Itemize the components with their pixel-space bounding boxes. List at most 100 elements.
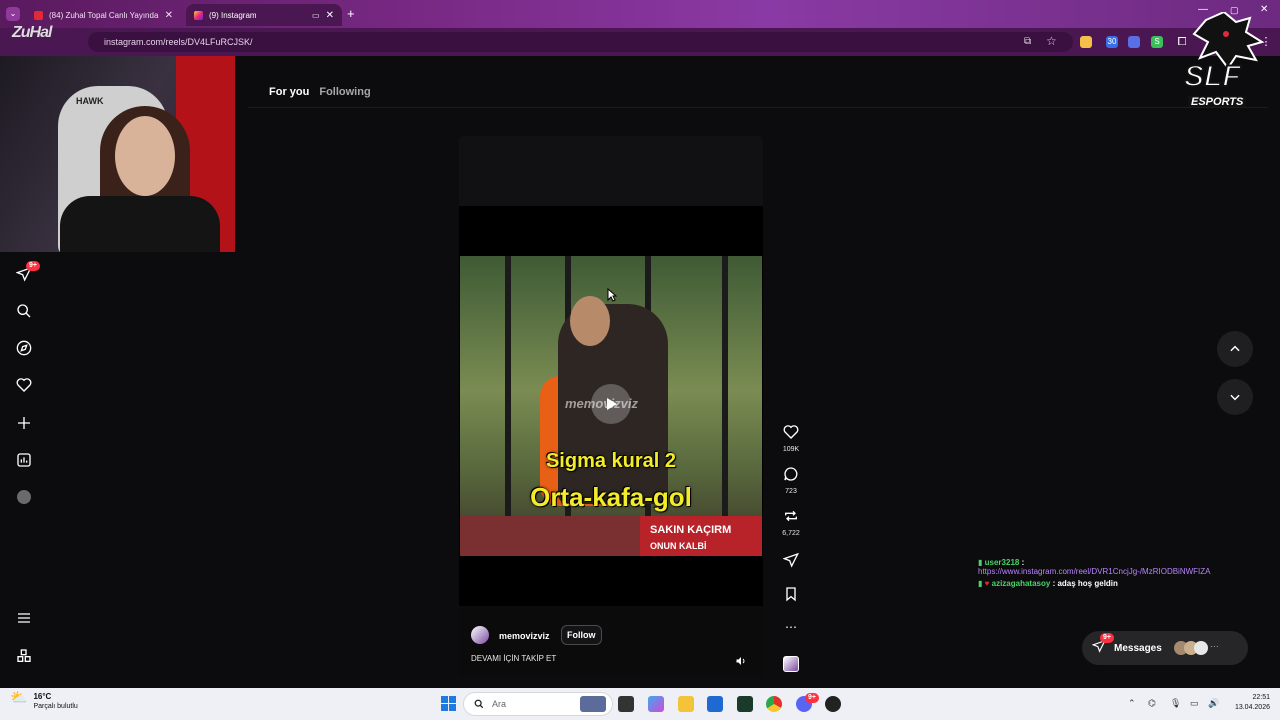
save-bookmark-icon[interactable] <box>779 586 803 607</box>
streamer-logo: ZuHal <box>12 24 52 41</box>
volume-icon[interactable] <box>735 654 747 666</box>
also-from-meta-icon[interactable] <box>12 644 36 668</box>
reel-top-area <box>459 136 763 206</box>
more-menu-icon[interactable] <box>12 606 36 630</box>
file-explorer-dark-icon[interactable] <box>618 696 634 712</box>
reel-info: memovizviz Follow DEVAMI İÇİN TAKİP ET <box>459 606 763 676</box>
comment-button[interactable]: 723 <box>779 466 803 495</box>
streamer-webcam: HAWK <box>0 56 235 252</box>
windows-taskbar: ⛅ 16°C Parçalı bulutlu Ara 9+ ⌃ ⌬ 🎙 ▭ 🔊 … <box>0 688 1280 720</box>
chat-badge-icon: ♥ <box>984 579 990 588</box>
start-windows-icon[interactable] <box>441 696 456 711</box>
tray-overflow-chevron-icon[interactable]: ⌃ <box>1128 698 1136 709</box>
more-icon: ⋯ <box>1209 641 1219 651</box>
stream-chat-overlay: ▮ user3218 : https://www.instagram.com/r… <box>978 558 1268 591</box>
network-icon[interactable]: ⌬ <box>1148 698 1156 709</box>
bookmark-star-icon[interactable]: ☆ <box>1046 34 1057 48</box>
extension-icon[interactable]: S <box>1151 36 1163 48</box>
more-options-icon[interactable]: ⋯ <box>779 620 803 634</box>
reels-feed-tabs: For you Following <box>269 86 371 98</box>
copilot-icon[interactable] <box>648 696 664 712</box>
reel-caption: DEVAMI İÇİN TAKİP ET <box>471 654 557 663</box>
messages-send-icon: 9+ <box>1091 632 1114 658</box>
audio-thumbnail[interactable] <box>779 656 803 672</box>
chat-text: : adaş hoş geldin <box>1052 579 1118 588</box>
header-divider <box>248 107 1268 108</box>
creator-avatar[interactable] <box>471 626 489 644</box>
repost-button[interactable]: 6,722 <box>779 508 803 537</box>
slf-esports-logo: SLF ESPORTS <box>1176 10 1268 116</box>
window-frame <box>505 256 511 516</box>
chat-badge-icon: ▮ <box>978 558 983 567</box>
messages-label: Messages <box>1114 642 1162 654</box>
like-button[interactable]: 109K <box>779 424 803 453</box>
chat-link: https://www.instagram.com/reel/DVR1CncjJ… <box>978 567 1211 576</box>
explore-compass-icon[interactable] <box>12 336 36 360</box>
display-icon[interactable]: ▭ <box>1190 698 1199 709</box>
tab-for-you[interactable]: For you <box>269 86 309 98</box>
share-icon[interactable] <box>779 552 803 573</box>
tab-instagram[interactable]: (9) Instagram ▭ ✕ <box>186 4 342 26</box>
messages-badge: 9+ <box>1100 632 1114 643</box>
next-reel-button[interactable] <box>1217 379 1253 415</box>
notification-badge: 9+ <box>26 261 40 271</box>
clock-time: 22:51 <box>1252 694 1270 701</box>
comment-count: 723 <box>785 488 797 495</box>
search-icon[interactable] <box>12 299 36 323</box>
file-explorer-icon[interactable] <box>678 696 694 712</box>
play-icon[interactable] <box>591 384 631 424</box>
weather-desc: Parçalı bulutlu <box>33 703 78 710</box>
messages-button[interactable]: 9+ Messages ⋯ <box>1082 631 1248 665</box>
creator-username[interactable]: memovizviz <box>499 631 550 641</box>
direct-messages-icon[interactable]: 9+ <box>12 261 40 286</box>
tab-audio-icon[interactable]: ▭ <box>312 11 320 20</box>
close-tab-icon[interactable]: ✕ <box>326 10 334 21</box>
chat-message: ▮ user3218 : https://www.instagram.com/r… <box>978 558 1211 576</box>
create-plus-icon[interactable] <box>12 411 36 435</box>
dashboard-icon[interactable] <box>12 448 36 472</box>
instagram-sidebar: 9+ <box>0 252 48 688</box>
tv-banner-text: SAKIN KAÇIRM <box>650 524 732 536</box>
man-face <box>570 296 610 346</box>
streamer-face <box>115 116 175 196</box>
app-icon[interactable] <box>737 696 753 712</box>
previous-reel-button[interactable] <box>1217 331 1253 367</box>
new-tab-button[interactable]: + <box>347 6 355 21</box>
youtube-favicon-icon <box>34 10 43 20</box>
streamer-body <box>60 196 220 252</box>
slf-logo-text: SLF <box>1183 59 1242 94</box>
extension-icon[interactable] <box>1128 36 1140 48</box>
chair-logo: HAWK <box>76 96 104 106</box>
system-clock[interactable]: 22:51 13.04.2026 <box>1224 693 1270 713</box>
task-view-icon[interactable] <box>580 696 606 712</box>
search-placeholder: Ara <box>492 699 507 709</box>
extension-icon[interactable] <box>1080 36 1092 48</box>
volume-icon[interactable]: 🔊 <box>1208 698 1219 709</box>
tab-following[interactable]: Following <box>319 86 370 98</box>
discord-badge: 9+ <box>805 693 819 703</box>
install-app-icon[interactable]: ⧉ <box>1024 36 1031 47</box>
tab-title: (9) Instagram <box>209 10 257 20</box>
chat-badge-icon: ▮ <box>978 579 983 588</box>
tv-banner-subtext: ONUN KALBİ <box>650 541 707 551</box>
tab-title: (84) Zuhal Topal Canlı Yayında <box>49 10 159 20</box>
browser-tab-bar: ⌄ (84) Zuhal Topal Canlı Yayında ✕ (9) I… <box>0 0 1280 28</box>
tab-youtube[interactable]: (84) Zuhal Topal Canlı Yayında ✕ <box>26 4 181 26</box>
microsoft-store-icon[interactable] <box>707 696 723 712</box>
extension-icon[interactable]: 30 <box>1106 36 1118 48</box>
chrome-icon[interactable] <box>766 696 782 712</box>
video-caption-line2: Orta-kafa-gol <box>530 482 692 512</box>
weather-temp: 16°C <box>33 692 52 701</box>
microphone-icon[interactable]: 🎙 <box>1170 698 1181 709</box>
follow-button[interactable]: Follow <box>561 625 602 645</box>
obs-icon[interactable] <box>825 696 841 712</box>
weather-widget[interactable]: ⛅ 16°C Parçalı bulutlu <box>10 690 78 712</box>
reel-player[interactable]: SAKIN KAÇIRM ONUN KALBİ memovizviz Sigma… <box>459 136 763 676</box>
mouse-cursor <box>607 287 618 307</box>
profile-avatar[interactable] <box>12 485 36 509</box>
tab-list-chevron-icon[interactable]: ⌄ <box>6 7 20 21</box>
url-bar[interactable]: instagram.com/reels/DV4LFuRCJSK/ <box>88 32 1073 52</box>
close-tab-icon[interactable]: ✕ <box>165 10 173 21</box>
notifications-heart-icon[interactable] <box>12 373 36 397</box>
instagram-favicon-icon <box>194 10 203 20</box>
